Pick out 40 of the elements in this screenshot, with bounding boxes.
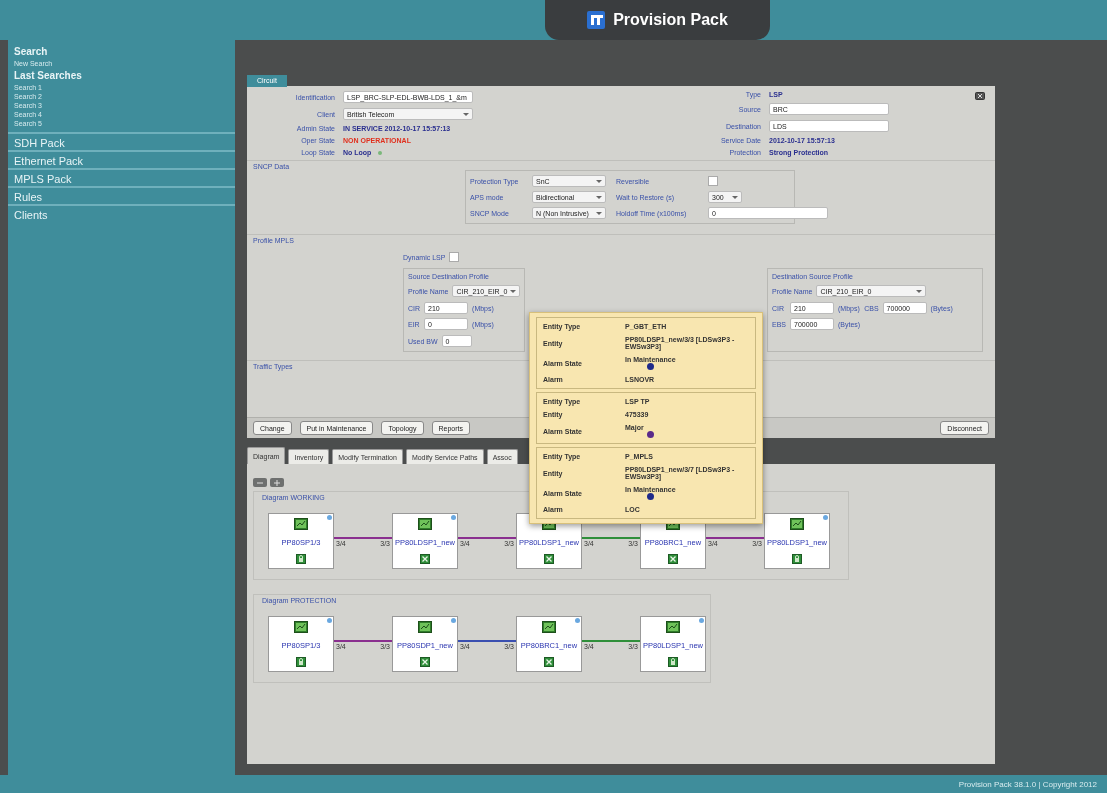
info-icon	[575, 618, 580, 623]
device-icon	[418, 518, 432, 530]
device-icon	[418, 621, 432, 633]
cross-icon	[544, 657, 554, 667]
info-icon	[327, 515, 332, 520]
device-icon	[294, 518, 308, 530]
close-icon[interactable]	[975, 92, 985, 100]
device-icon	[542, 621, 556, 633]
zoom-in-button[interactable]	[270, 478, 284, 487]
logo-icon	[587, 11, 606, 29]
sidebar-heading: Search	[13, 45, 49, 59]
device-icon	[666, 621, 680, 633]
info-icon	[699, 618, 704, 623]
sidebar-item[interactable]: Ethernet Pack	[8, 150, 235, 168]
cross-icon	[420, 554, 430, 564]
sidebar-item[interactable]: SDH Pack	[8, 132, 235, 150]
info-icon	[327, 618, 332, 623]
sidebar-heading: Last Searches	[13, 69, 83, 83]
info-icon	[823, 515, 828, 520]
info-icon	[451, 618, 456, 623]
zoom-in-icon	[273, 479, 281, 486]
checkbox[interactable]	[708, 176, 718, 186]
checkbox[interactable]	[449, 252, 460, 262]
sidebar-item[interactable]: MPLS Pack	[8, 168, 235, 186]
cross-icon	[544, 554, 554, 564]
lock-icon	[668, 657, 678, 667]
cross-icon	[668, 554, 678, 564]
sidebar-item[interactable]: Clients	[8, 204, 235, 222]
info-icon	[451, 515, 456, 520]
footer-text: Provision Pack 38.1.0 | Copyright 2012	[958, 779, 1097, 789]
sidebar-item[interactable]: Rules	[8, 186, 235, 204]
lock-icon	[296, 657, 306, 667]
app-title: Provision Pack	[613, 11, 728, 29]
cross-icon	[420, 657, 430, 667]
zoom-out-button[interactable]	[253, 478, 267, 487]
device-icon	[294, 621, 308, 633]
lock-icon	[792, 554, 802, 564]
device-icon	[790, 518, 804, 530]
lock-icon	[296, 554, 306, 564]
status-icon	[377, 149, 384, 156]
